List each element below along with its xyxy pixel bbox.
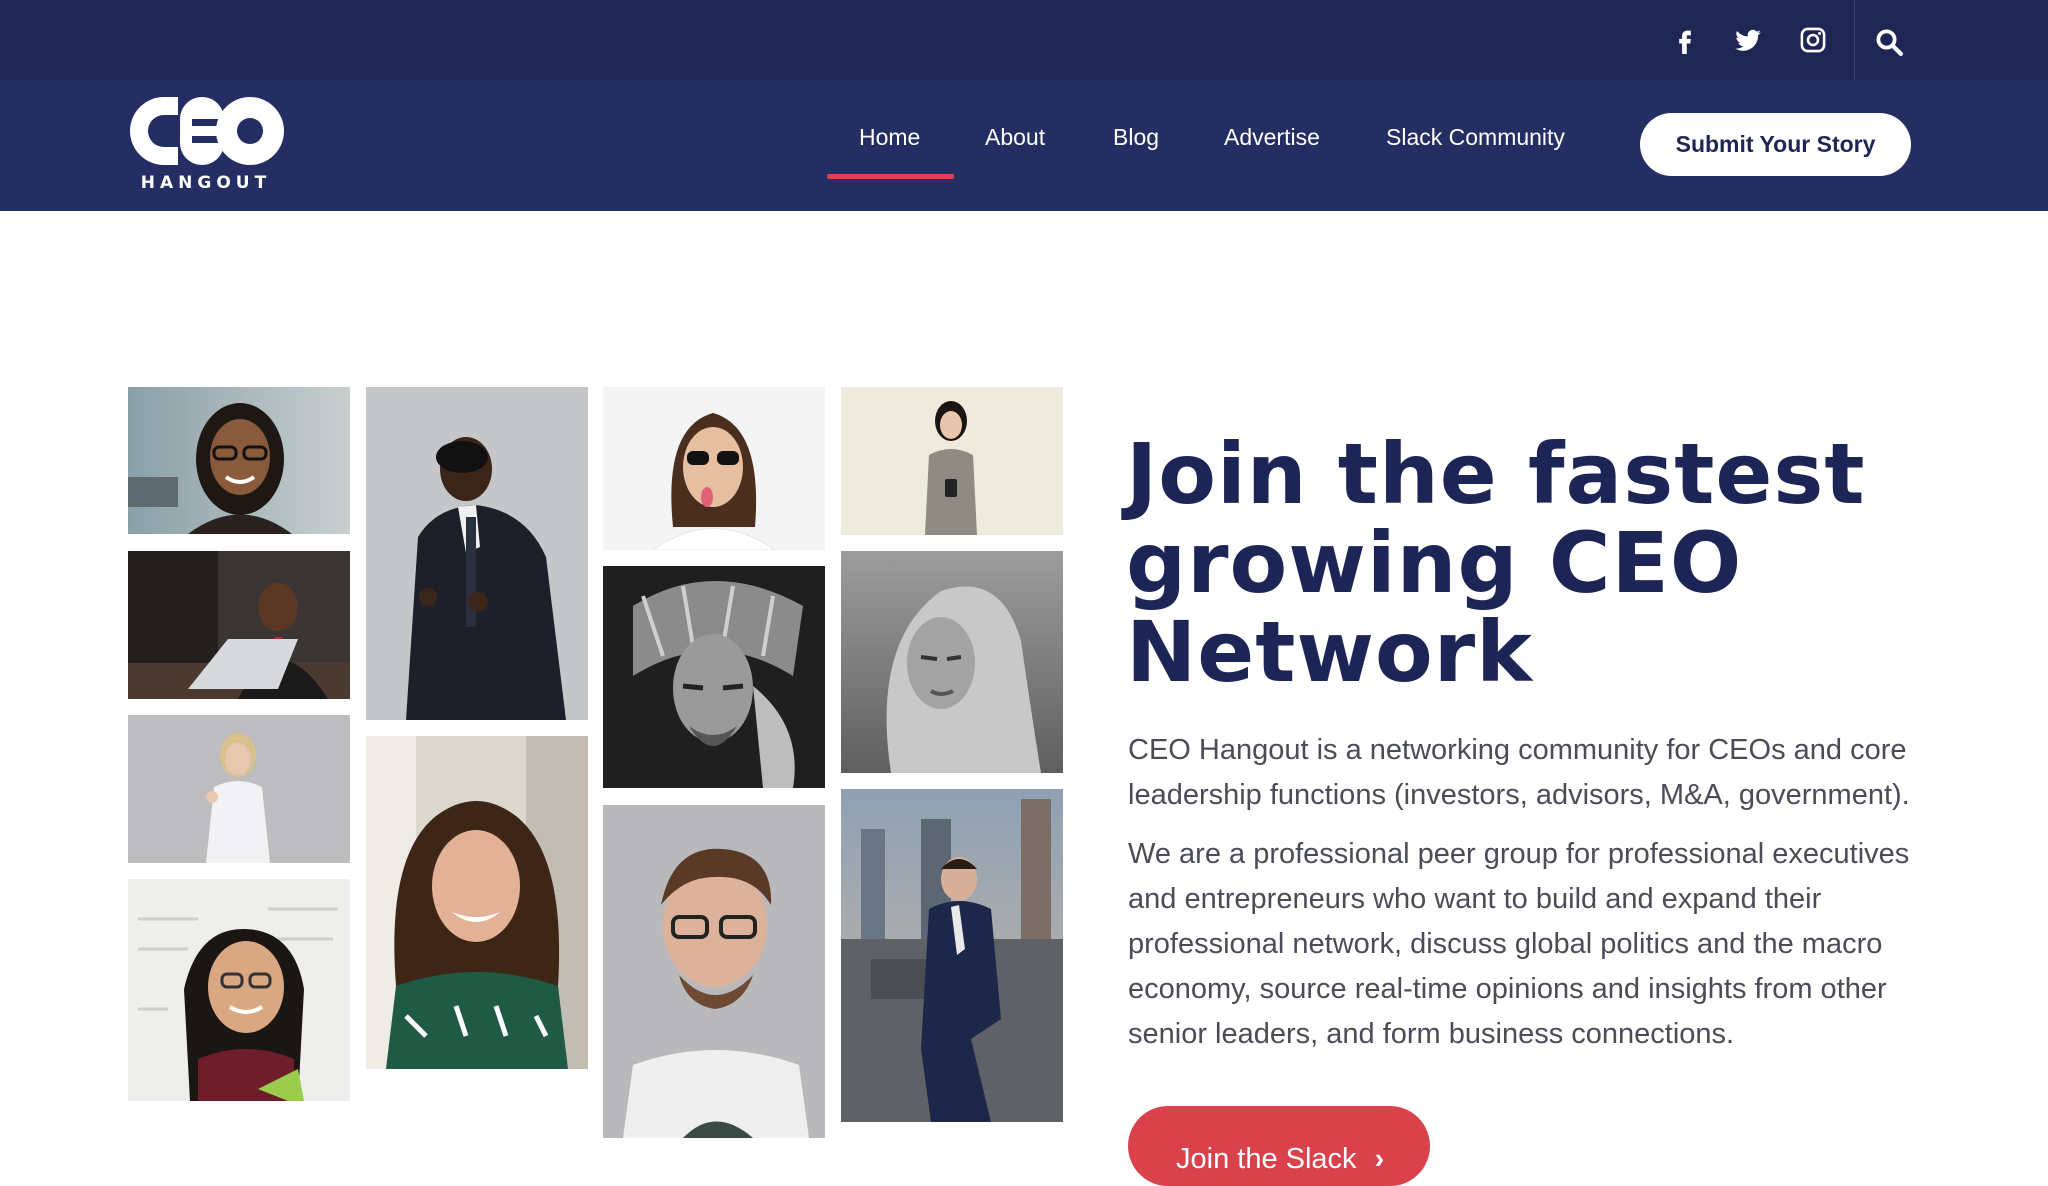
hero-mission: We are a professional peer group for pro… — [1128, 838, 1910, 1050]
member-photo — [841, 789, 1063, 1122]
member-photo — [603, 805, 825, 1138]
member-photo — [128, 715, 350, 863]
nav-home[interactable]: Home — [859, 124, 920, 151]
member-photo — [841, 387, 1063, 535]
member-photo — [841, 551, 1063, 773]
nav-blog[interactable]: Blog — [1113, 124, 1159, 151]
nav-slack-community[interactable]: Slack Community — [1386, 124, 1565, 151]
chevron-right-icon: › — [1374, 1142, 1385, 1175]
join-slack-label: Join the Slack — [1176, 1142, 1357, 1175]
member-photo — [366, 736, 588, 1069]
logo-mark — [130, 97, 284, 165]
nav-about[interactable]: About — [985, 124, 1045, 151]
member-photo — [128, 387, 350, 534]
instagram-icon[interactable] — [1799, 26, 1827, 54]
facebook-icon[interactable] — [1671, 26, 1699, 54]
submit-story-button[interactable]: Submit Your Story — [1640, 113, 1911, 176]
hero-title: Join the fastest growing CEO Network — [1126, 425, 1866, 701]
top-divider — [1854, 0, 1855, 80]
logo-subtitle: HANGOUT — [140, 173, 272, 193]
nav-advertise[interactable]: Advertise — [1224, 124, 1320, 151]
twitter-icon[interactable] — [1734, 26, 1762, 54]
hero-description: CEO Hangout is a networking community fo… — [1128, 734, 1910, 811]
top-bar — [0, 0, 2048, 80]
member-photo — [366, 387, 588, 720]
member-photo — [603, 387, 825, 550]
member-photo — [603, 566, 825, 788]
member-photo — [128, 551, 350, 699]
join-slack-button[interactable]: Join the Slack › — [1128, 1106, 1430, 1186]
nav-active-indicator — [827, 174, 954, 179]
search-icon[interactable] — [1874, 27, 1904, 57]
member-photo — [128, 879, 350, 1101]
logo[interactable]: HANGOUT — [126, 93, 286, 198]
